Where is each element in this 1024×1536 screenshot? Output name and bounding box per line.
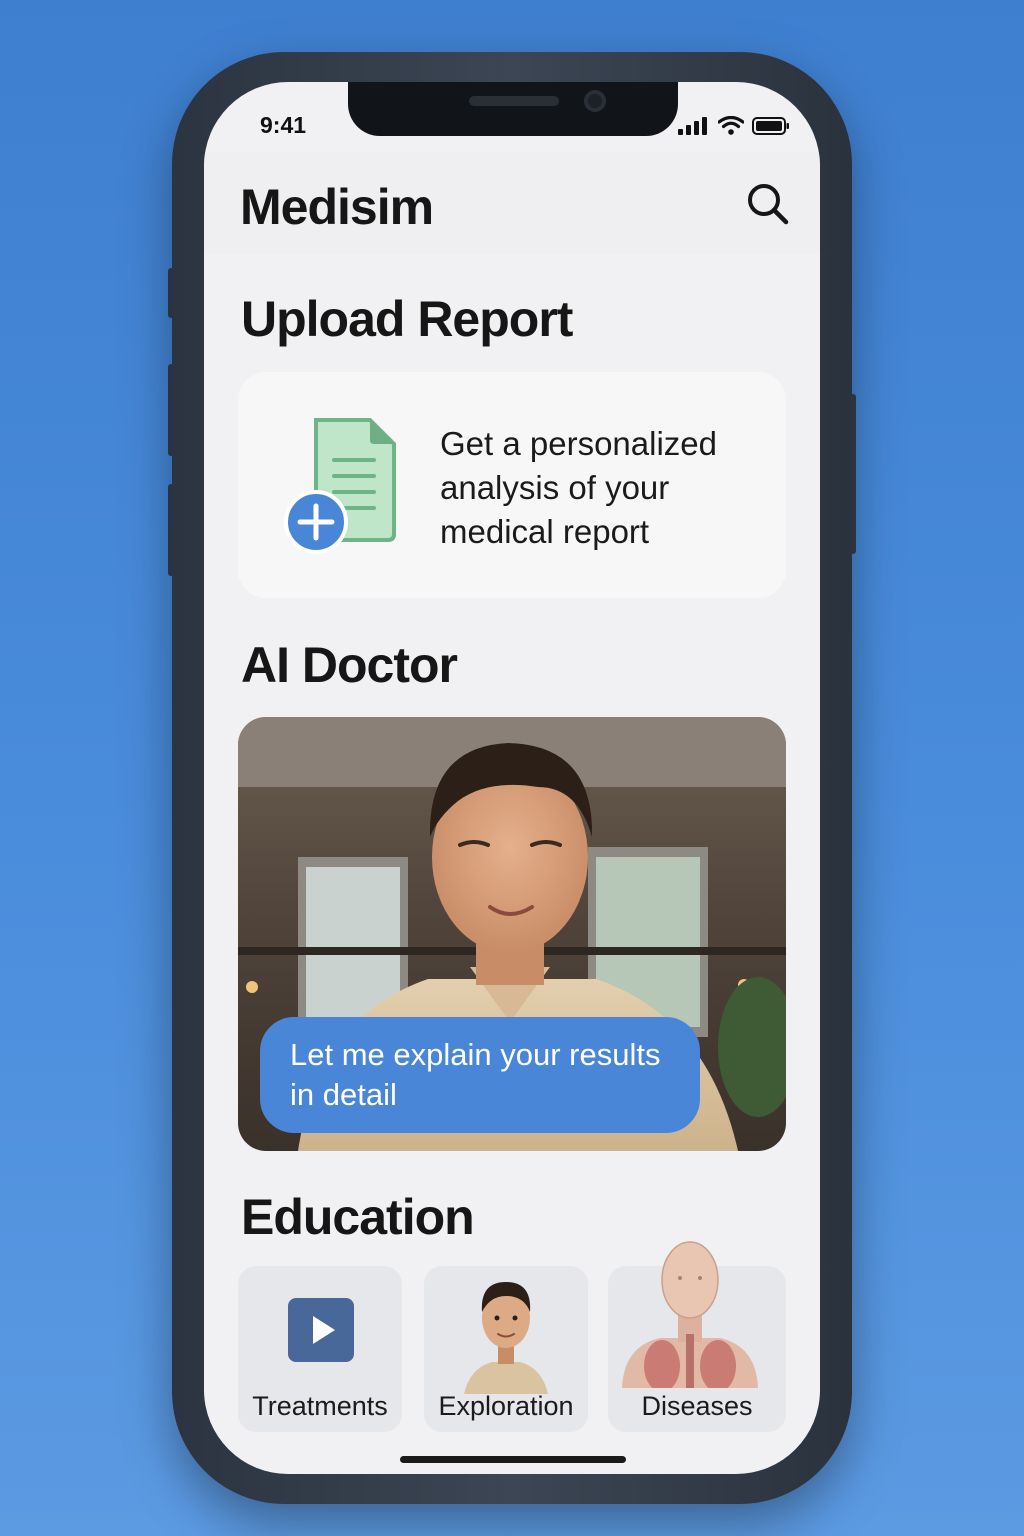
home-indicator[interactable] xyxy=(400,1456,626,1463)
app-title: Medisim xyxy=(240,179,434,235)
upload-card-text: Get a personalized analysis of your medi… xyxy=(440,425,718,550)
status-icons xyxy=(678,116,790,135)
battery-icon xyxy=(752,117,789,135)
ai-doctor-title: AI Doctor xyxy=(241,637,458,693)
upload-report-card[interactable]: Get a personalized analysis of your medi… xyxy=(238,372,786,598)
anatomy-figure xyxy=(622,1241,758,1388)
doctor-speech-bubble: Let me explain your results in detail xyxy=(260,1017,700,1133)
ai-doctor-card[interactable]: Let me explain your results in detail xyxy=(238,717,786,1151)
education-tile-treatments[interactable]: Treatments xyxy=(238,1266,402,1432)
person-portrait xyxy=(464,1282,548,1394)
education-label-treatments: Treatments xyxy=(252,1391,388,1421)
notch xyxy=(348,82,678,136)
upload-report-title: Upload Report xyxy=(241,291,573,347)
volume-down-button xyxy=(168,484,174,576)
search-icon[interactable] xyxy=(746,182,790,226)
play-icon xyxy=(288,1298,354,1362)
volume-up-button xyxy=(168,364,174,456)
phone-screen: 9:41 Medisim Upload Report Get a persona… xyxy=(204,82,820,1474)
status-time: 9:41 xyxy=(260,112,307,138)
education-title: Education xyxy=(241,1189,475,1245)
education-row: Treatments Exploration Diseases xyxy=(238,1241,786,1432)
education-tile-diseases[interactable]: Diseases xyxy=(608,1241,786,1432)
power-button xyxy=(850,394,856,554)
document-add-icon xyxy=(284,418,396,554)
education-tile-exploration[interactable]: Exploration xyxy=(424,1266,588,1432)
education-label-diseases: Diseases xyxy=(641,1391,753,1421)
wifi-icon xyxy=(718,116,744,135)
front-camera xyxy=(584,90,606,112)
education-label-exploration: Exploration xyxy=(438,1391,574,1421)
mute-switch xyxy=(168,268,174,318)
cellular-signal-icon xyxy=(678,117,707,135)
